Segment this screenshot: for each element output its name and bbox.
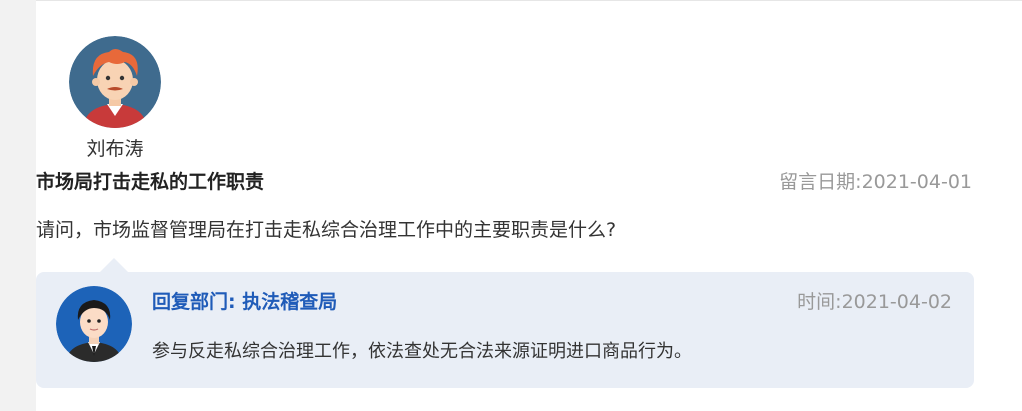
reply-time: 时间:2021-04-02	[797, 288, 952, 316]
reply-department-label: 回复部门:	[152, 291, 236, 313]
top-divider	[36, 0, 1022, 1]
reply-time-value: 2021-04-02	[841, 291, 952, 313]
reply-body: 参与反走私综合治理工作，依法查处无合法来源证明进口商品行为。	[152, 341, 692, 362]
user-block: 刘布涛	[62, 36, 168, 162]
reply-department-value: 执法稽查局	[242, 291, 338, 313]
official-avatar-icon	[56, 286, 132, 362]
message-title: 市场局打击走私的工作职责	[36, 171, 265, 193]
reply-department: 回复部门: 执法稽查局	[152, 288, 337, 316]
message-date: 留言日期:2021-04-01	[779, 168, 972, 196]
reply-pointer	[100, 258, 128, 272]
user-name: 刘布涛	[86, 138, 144, 160]
reply-time-label: 时间:	[797, 291, 842, 313]
message-body: 请问，市场监督管理局在打击走私综合治理工作中的主要职责是什么?	[36, 219, 617, 241]
cartoon-man-avatar-icon	[69, 36, 161, 128]
left-gutter	[0, 0, 36, 411]
message-date-value: 2021-04-01	[861, 171, 972, 193]
message-date-label: 留言日期:	[779, 171, 862, 193]
